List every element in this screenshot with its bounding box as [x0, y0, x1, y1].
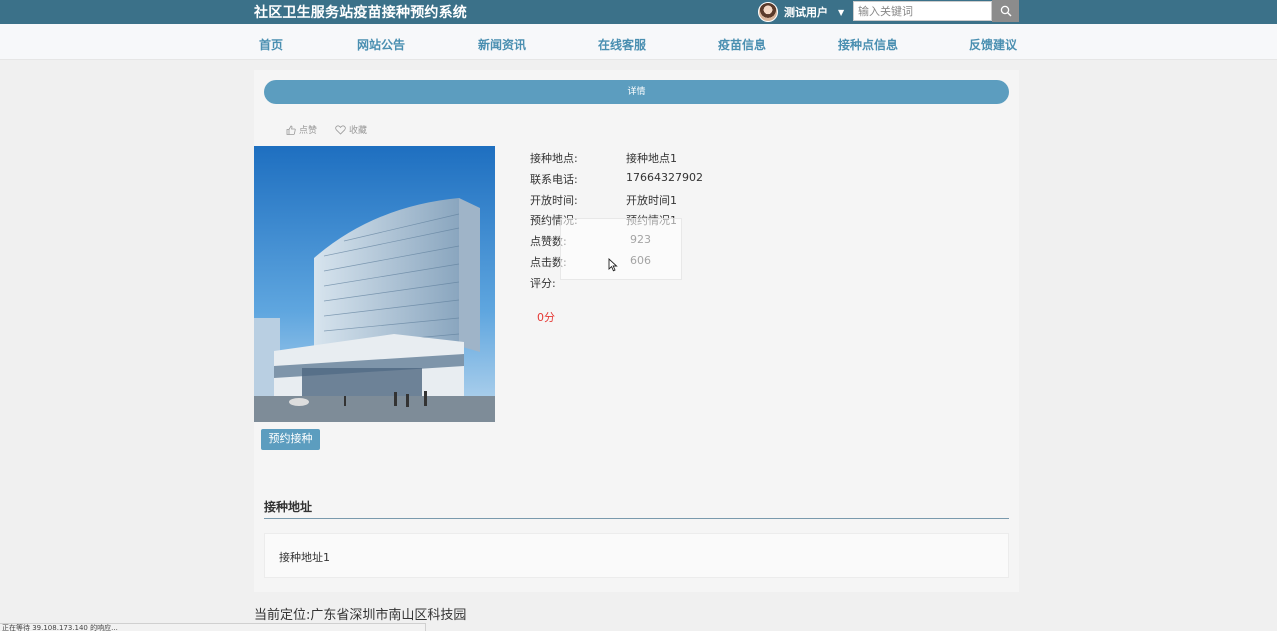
- search-button[interactable]: [992, 0, 1019, 22]
- thumbs-up-icon: [286, 125, 296, 135]
- search-icon: [1000, 5, 1011, 17]
- info-value: 开放时间1: [626, 193, 677, 207]
- book-vaccination-button[interactable]: 预约接种: [261, 429, 320, 450]
- favorite-label: 收藏: [349, 126, 368, 136]
- like-button[interactable]: 点赞: [286, 123, 317, 136]
- info-label: 接种地点:: [530, 152, 578, 165]
- top-bar: 社区卫生服务站疫苗接种预约系统 测试用户 ▼: [0, 0, 1277, 24]
- nav-vaccine-info[interactable]: 疫苗信息: [718, 36, 766, 53]
- nav-customer-service[interactable]: 在线客服: [598, 36, 646, 53]
- site-photo: [254, 146, 495, 422]
- like-label: 点赞: [299, 126, 318, 136]
- favorite-button[interactable]: 收藏: [335, 123, 367, 136]
- mouse-cursor-icon: [608, 258, 618, 272]
- nav-home[interactable]: 首页: [259, 36, 283, 53]
- detail-panel: 详情 点赞 收藏 接种地点: 接种地点1 联系电话: 17664327902 开…: [254, 70, 1019, 592]
- address-content-box: 接种地址1: [264, 533, 1009, 578]
- section-divider: [264, 518, 1009, 519]
- search-input[interactable]: [853, 1, 992, 21]
- heart-icon: [335, 124, 346, 135]
- tooltip-overlay: [560, 218, 682, 280]
- avatar[interactable]: [758, 2, 778, 22]
- detail-header-bar: 详情: [264, 80, 1009, 104]
- info-label: 联系电话:: [530, 172, 578, 186]
- current-location: 当前定位:广东省深圳市南山区科技园: [254, 608, 467, 623]
- score-value: 0分: [537, 311, 555, 324]
- nav-announcements[interactable]: 网站公告: [357, 36, 405, 53]
- address-section-title: 接种地址: [264, 500, 313, 514]
- action-row: 点赞 收藏: [286, 123, 367, 136]
- info-label: 评分:: [530, 276, 556, 290]
- nav-site-info[interactable]: 接种点信息: [838, 36, 898, 53]
- browser-status-bar: 正在等待 39.108.173.140 的响应...: [0, 623, 426, 631]
- info-value: 接种地点1: [626, 152, 677, 165]
- nav-feedback[interactable]: 反馈建议: [969, 36, 1017, 53]
- user-menu[interactable]: 测试用户 ▼: [758, 0, 844, 24]
- chevron-down-icon[interactable]: ▼: [838, 8, 844, 17]
- main-nav: 首页 网站公告 新闻资讯 在线客服 疫苗信息 接种点信息 反馈建议: [0, 24, 1277, 60]
- info-value: 17664327902: [626, 170, 703, 184]
- info-label: 开放时间:: [530, 193, 578, 207]
- site-title: 社区卫生服务站疫苗接种预约系统: [254, 5, 467, 21]
- address-text: 接种地址1: [279, 551, 330, 564]
- nav-news[interactable]: 新闻资讯: [478, 36, 526, 53]
- user-name[interactable]: 测试用户: [784, 4, 828, 20]
